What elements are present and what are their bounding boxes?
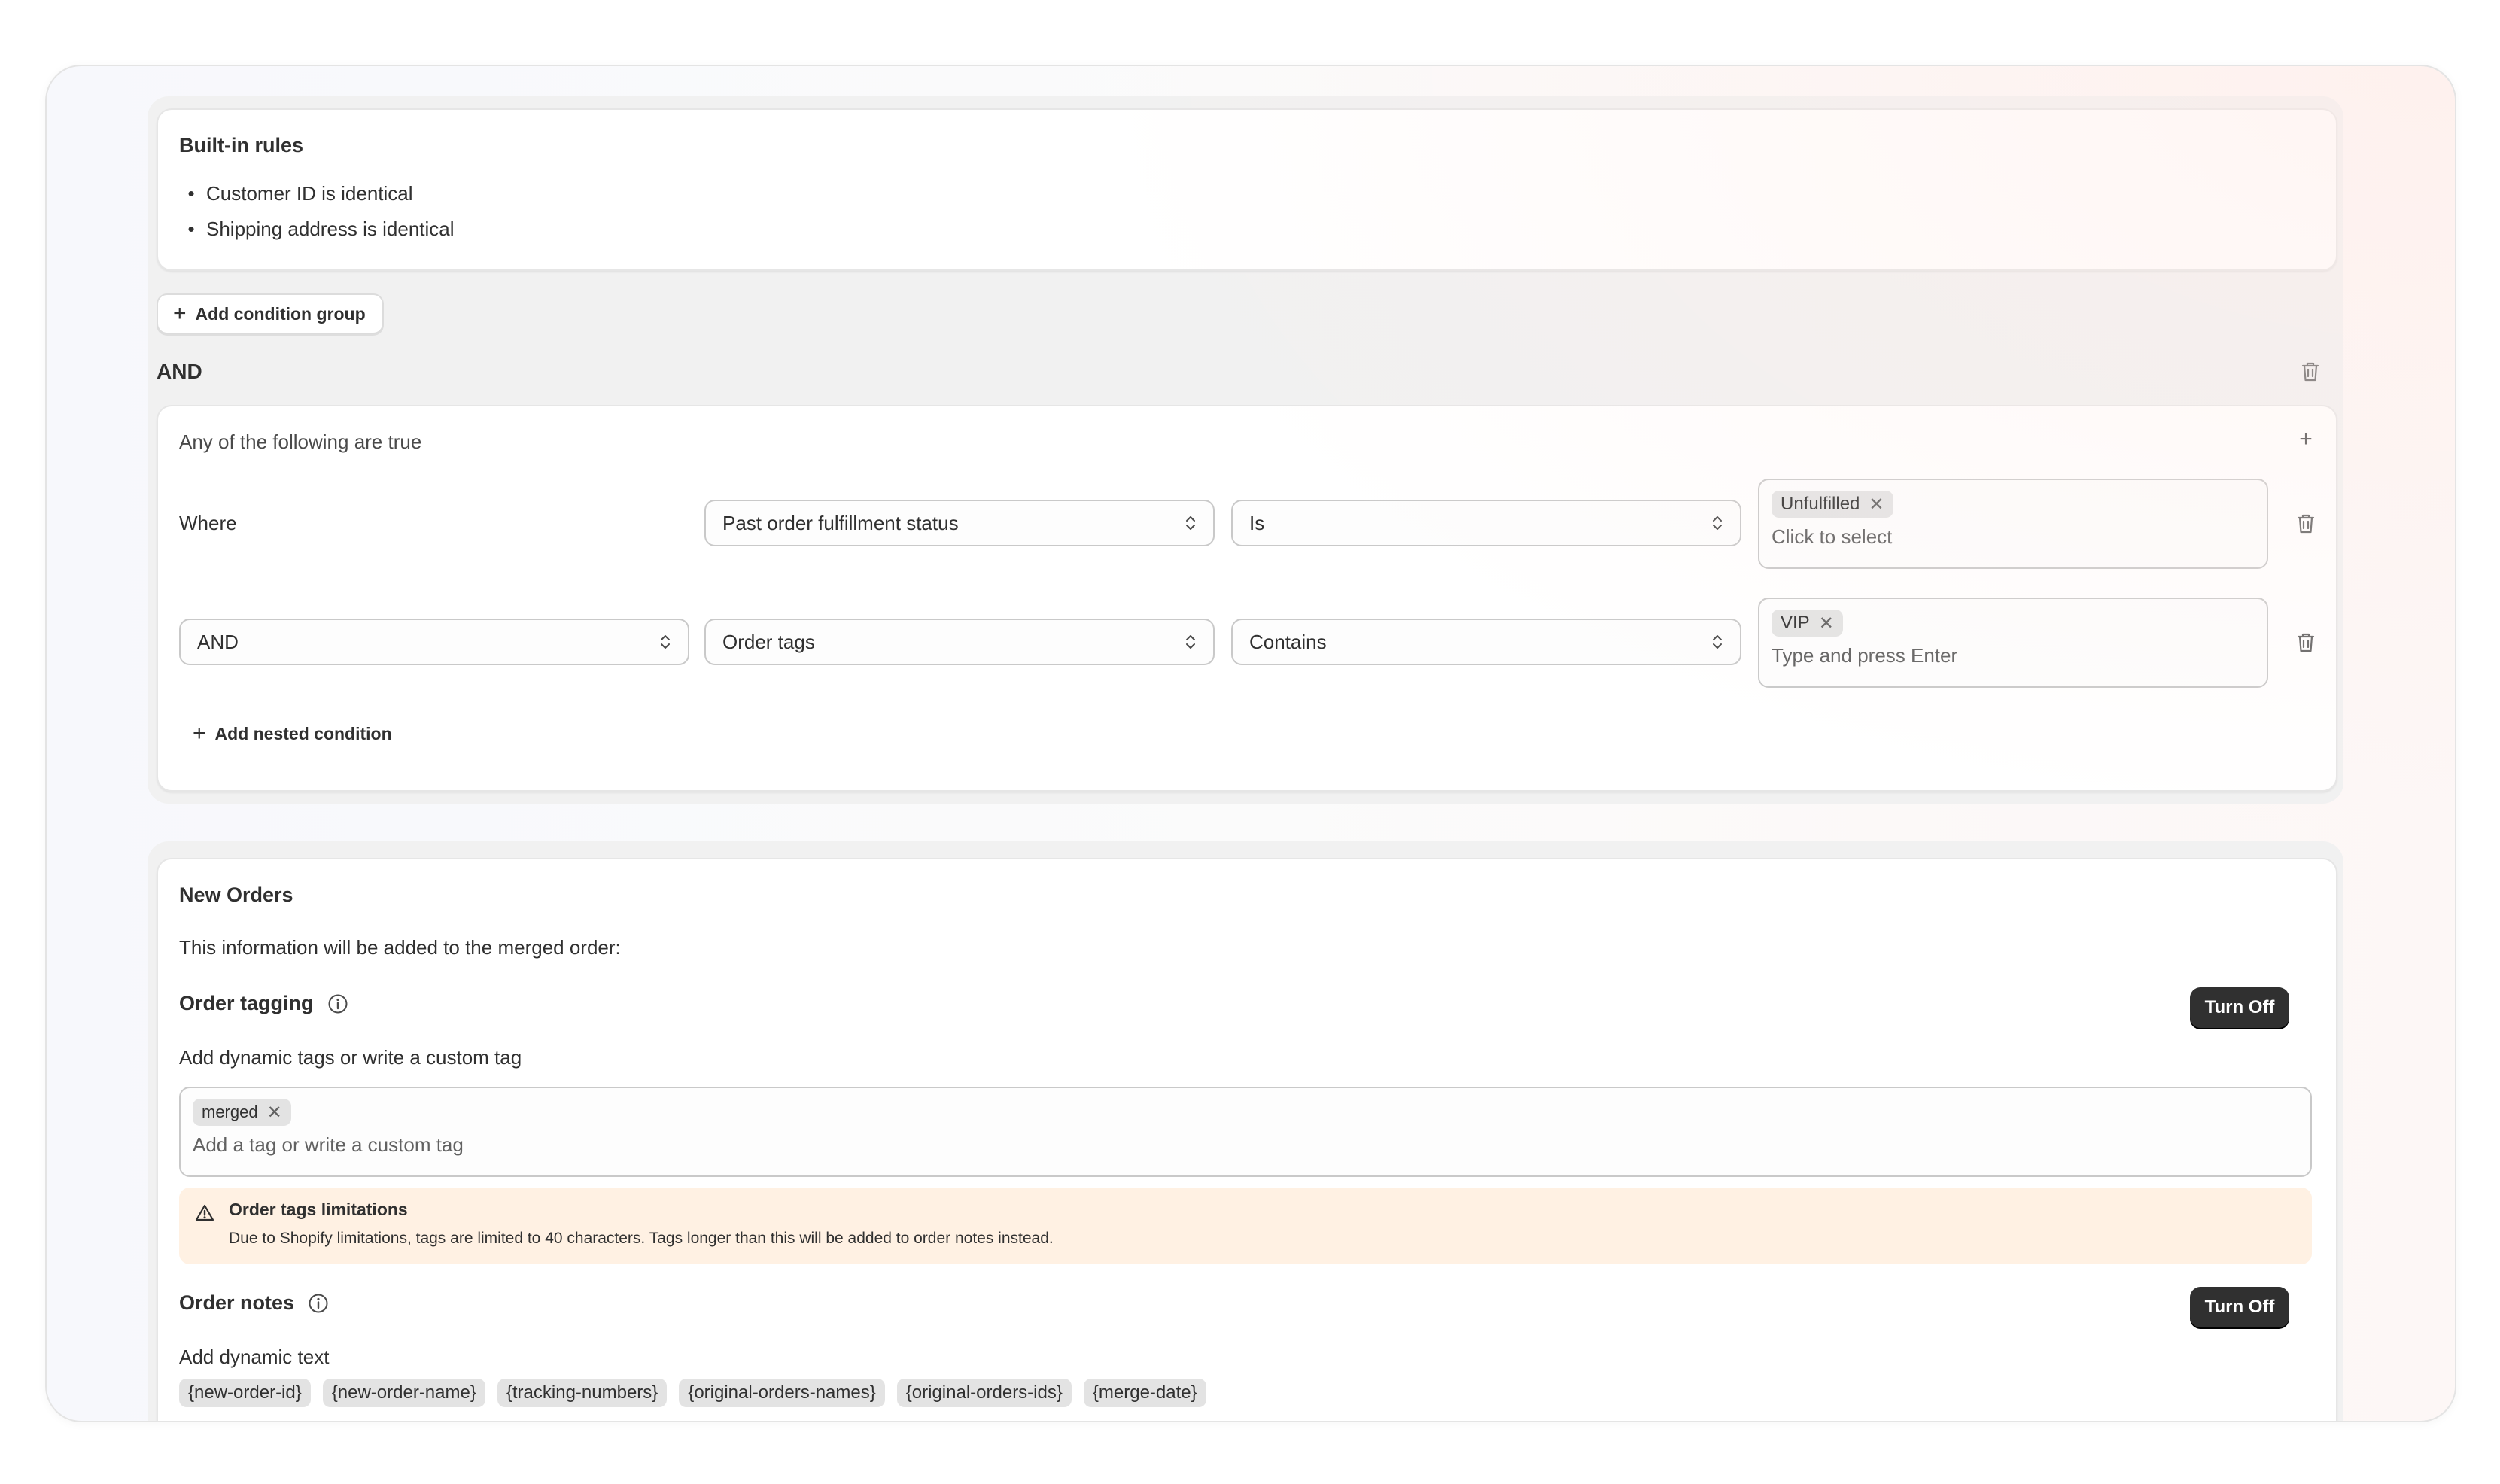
- value-tag-input[interactable]: Unfulfilled ✕ Click to select: [1758, 479, 2268, 569]
- builtin-rule-item: Shipping address is identical: [185, 211, 455, 247]
- value-placeholder: Click to select: [1772, 525, 1893, 548]
- order-tags-warning: Order tags limitations Due to Shopify li…: [179, 1188, 2312, 1264]
- dynamic-variables: {new-order-id} {new-order-name} {trackin…: [179, 1379, 1218, 1407]
- connector-select[interactable]: AND: [179, 619, 689, 665]
- new-orders-panel: New Orders This information will be adde…: [148, 841, 2343, 1421]
- trash-icon: [2301, 362, 2319, 382]
- variable-chip[interactable]: {new-order-id}: [179, 1379, 311, 1407]
- add-condition-button[interactable]: +: [2292, 426, 2319, 453]
- plus-icon: +: [173, 301, 187, 326]
- info-icon[interactable]: [308, 1293, 329, 1314]
- builtin-rule-item: Customer ID is identical: [185, 176, 455, 211]
- chevron-up-down-icon: [1713, 516, 1722, 530]
- variable-chip[interactable]: {original-orders-ids}: [896, 1379, 1072, 1407]
- order-notes-help: Add dynamic text: [179, 1346, 330, 1368]
- warning-title: Order tags limitations: [229, 1200, 408, 1219]
- info-icon[interactable]: [327, 993, 348, 1014]
- where-label: Where: [179, 512, 237, 534]
- chevron-up-down-icon: [1186, 635, 1195, 649]
- warning-icon: [195, 1204, 214, 1221]
- order-tags-input[interactable]: merged ✕ Add a tag or write a custom tag: [179, 1087, 2312, 1177]
- value-tag-input[interactable]: VIP ✕ Type and press Enter: [1758, 598, 2268, 688]
- chevron-up-down-icon: [1713, 635, 1722, 649]
- condition-group-card: Any of the following are true + Where Pa…: [157, 405, 2337, 792]
- group-subtitle: Any of the following are true: [179, 430, 422, 453]
- new-orders-intro: This information will be added to the me…: [179, 936, 621, 959]
- builtin-rules-list: Customer ID is identical Shipping addres…: [185, 176, 455, 247]
- close-icon[interactable]: ✕: [267, 1102, 282, 1124]
- variable-chip[interactable]: {merge-date}: [1083, 1379, 1206, 1407]
- comparator-select-value: Contains: [1249, 630, 1327, 653]
- close-icon[interactable]: ✕: [1819, 613, 1834, 634]
- new-orders-title: New Orders: [179, 883, 293, 906]
- add-nested-condition-button[interactable]: + Add nested condition: [193, 722, 392, 745]
- order-tagging-header: Order tagging: [179, 992, 348, 1015]
- field-select-value: Order tags: [722, 630, 815, 653]
- variable-chip[interactable]: {original-orders-names}: [679, 1379, 885, 1407]
- variable-chip[interactable]: {new-order-name}: [322, 1379, 485, 1407]
- tag-chip: merged ✕: [193, 1099, 291, 1126]
- builtin-rules-title: Built-in rules: [179, 134, 304, 157]
- variable-chip[interactable]: {tracking-numbers}: [497, 1379, 668, 1407]
- group-operator: AND: [157, 360, 202, 383]
- plus-icon: +: [2299, 427, 2313, 452]
- comparator-select[interactable]: Is: [1231, 500, 1741, 546]
- tag-chip-label: merged: [202, 1102, 258, 1121]
- field-select-value: Past order fulfillment status: [722, 511, 959, 534]
- order-tagging-help: Add dynamic tags or write a custom tag: [179, 1046, 522, 1069]
- delete-condition-button[interactable]: [2292, 629, 2319, 656]
- order-tagging-title: Order tagging: [179, 992, 314, 1014]
- order-tagging-turn-off-button[interactable]: Turn Off: [2190, 987, 2289, 1028]
- chevron-up-down-icon: [1186, 516, 1195, 530]
- value-chip-label: Unfulfilled: [1781, 494, 1860, 514]
- add-condition-group-label: Add condition group: [195, 303, 366, 324]
- field-select[interactable]: Past order fulfillment status: [704, 500, 1215, 546]
- value-chip: Unfulfilled ✕: [1772, 491, 1893, 518]
- trash-icon: [2297, 633, 2315, 652]
- add-nested-condition-label: Add nested condition: [214, 723, 392, 744]
- comparator-select-value: Is: [1249, 511, 1265, 534]
- field-select[interactable]: Order tags: [704, 619, 1215, 665]
- comparator-select[interactable]: Contains: [1231, 619, 1741, 665]
- add-condition-group-button[interactable]: + Add condition group: [157, 293, 384, 334]
- order-notes-turn-off-button[interactable]: Turn Off: [2190, 1287, 2289, 1327]
- plus-icon: +: [193, 721, 206, 746]
- order-notes-header: Order notes: [179, 1291, 329, 1315]
- order-notes-title: Order notes: [179, 1291, 295, 1314]
- connector-select-value: AND: [197, 630, 239, 653]
- order-tags-placeholder: Add a tag or write a custom tag: [193, 1133, 464, 1156]
- chevron-up-down-icon: [661, 635, 670, 649]
- conditions-panel: Built-in rules Customer ID is identical …: [148, 96, 2343, 804]
- value-placeholder: Type and press Enter: [1772, 644, 1958, 667]
- value-chip: VIP ✕: [1772, 610, 1843, 637]
- delete-group-button[interactable]: [2297, 358, 2324, 385]
- warning-body: Due to Shopify limitations, tags are lim…: [229, 1230, 1054, 1247]
- close-icon[interactable]: ✕: [1869, 494, 1884, 515]
- value-chip-label: VIP: [1781, 613, 1810, 633]
- trash-icon: [2297, 514, 2315, 534]
- new-orders-card: New Orders This information will be adde…: [157, 858, 2337, 1421]
- delete-condition-button[interactable]: [2292, 510, 2319, 537]
- builtin-rules-card: Built-in rules Customer ID is identical …: [157, 108, 2337, 271]
- app-frame: Built-in rules Customer ID is identical …: [45, 65, 2456, 1422]
